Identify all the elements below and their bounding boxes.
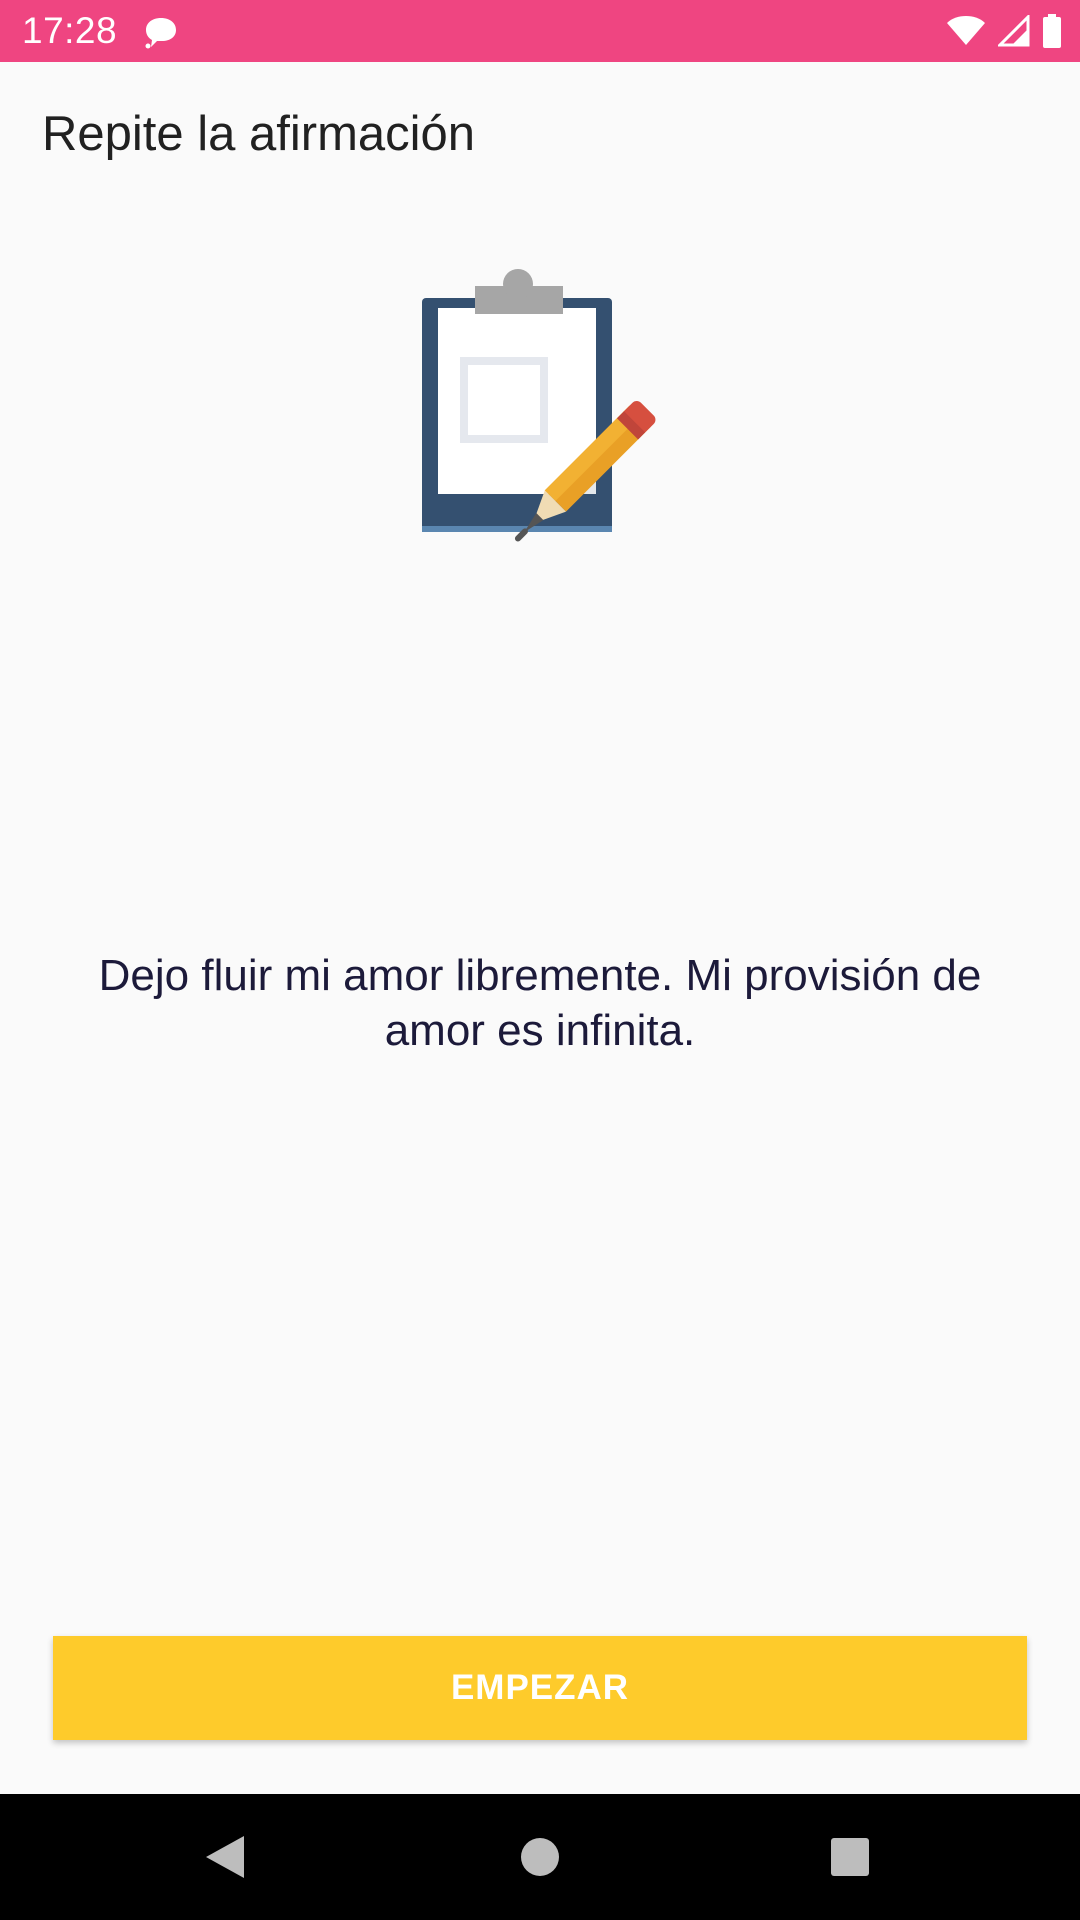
navigation-bar xyxy=(0,1794,1080,1920)
nav-recents-button[interactable] xyxy=(790,1794,910,1920)
cell-signal-icon xyxy=(998,15,1030,47)
start-button[interactable]: EMPEZAR xyxy=(53,1636,1027,1740)
chat-bubble-icon xyxy=(145,18,176,49)
page-title: Repite la afirmación xyxy=(42,107,476,161)
clipboard-pencil-icon xyxy=(422,269,656,542)
wifi-icon xyxy=(947,16,985,45)
status-time: 17:28 xyxy=(22,10,118,51)
home-icon xyxy=(521,1838,559,1876)
back-icon xyxy=(206,1836,244,1878)
affirmation-text: Dejo fluir mi amor libremente. Mi provis… xyxy=(98,951,982,1055)
status-icons xyxy=(946,12,1062,50)
nav-home-button[interactable] xyxy=(480,1794,600,1920)
nav-back-button[interactable] xyxy=(166,1794,286,1920)
recents-icon xyxy=(831,1838,869,1876)
battery-icon xyxy=(1043,14,1061,48)
status-bar: 17:28 xyxy=(0,0,1080,62)
